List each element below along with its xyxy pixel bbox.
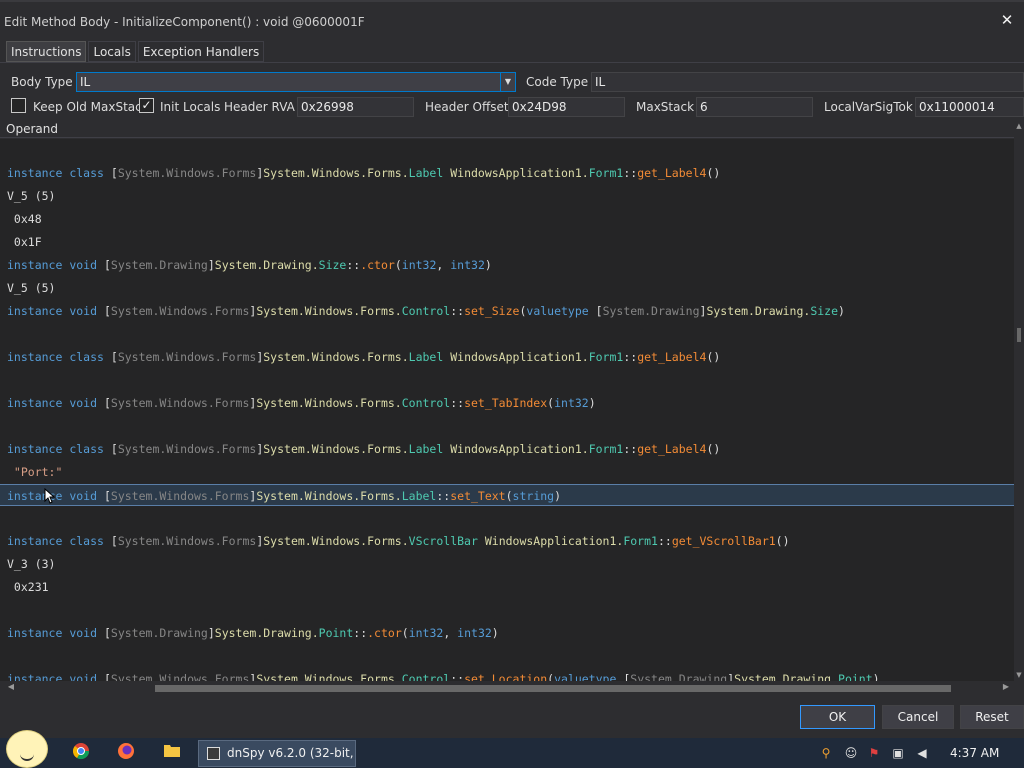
- flag-icon[interactable]: ⚑: [866, 745, 882, 761]
- title-bar: Edit Method Body - InitializeComponent()…: [0, 0, 1024, 40]
- list-item[interactable]: instance void [System.Drawing]System.Dra…: [0, 622, 1014, 644]
- checkmark-icon: ✓: [141, 98, 152, 112]
- tab-exception-handlers[interactable]: Exception Handlers: [137, 41, 265, 62]
- scroll-left-icon[interactable]: ◀: [6, 682, 16, 694]
- maxstack-field[interactable]: 6: [696, 97, 813, 117]
- folder-icon[interactable]: [161, 742, 183, 764]
- list-item[interactable]: instance void [System.Windows.Forms]Syst…: [0, 300, 1014, 322]
- init-locals-checkbox[interactable]: ✓: [139, 98, 154, 113]
- horizontal-scrollbar[interactable]: ◀ ▶: [0, 681, 1014, 695]
- search-icon[interactable]: ⚲: [818, 745, 834, 761]
- list-item[interactable]: instance void [System.Windows.Forms]Syst…: [0, 392, 1014, 414]
- taskbar: dnSpy v6.2.0 (32-bit, ... ⚲ ☺ ⚑ ▣ ◀ 4:37…: [0, 730, 1024, 768]
- tab-divider: [0, 62, 1024, 63]
- keep-old-maxstack-checkbox[interactable]: [11, 98, 26, 113]
- list-item[interactable]: instance class [System.Windows.Forms]Sys…: [0, 438, 1014, 460]
- list-item[interactable]: instance class [System.Windows.Forms]Sys…: [0, 530, 1014, 552]
- clock[interactable]: 4:37 AM: [950, 746, 999, 760]
- body-type-label: Body Type: [11, 75, 73, 89]
- taskbar-app-dnspy[interactable]: dnSpy v6.2.0 (32-bit, ...: [198, 740, 356, 767]
- init-locals-label: Init Locals: [160, 100, 221, 114]
- list-item[interactable]: "Port:": [0, 461, 1014, 483]
- list-item[interactable]: [0, 139, 1014, 161]
- list-item[interactable]: [0, 323, 1014, 345]
- tab-instructions[interactable]: Instructions: [6, 41, 87, 62]
- horizontal-scroll-thumb[interactable]: [155, 685, 951, 692]
- vertical-scroll-thumb[interactable]: [1017, 328, 1021, 342]
- list-item[interactable]: V_5 (5): [0, 277, 1014, 299]
- chevron-down-icon[interactable]: ▼: [500, 73, 515, 91]
- list-item[interactable]: [0, 645, 1014, 667]
- scroll-down-icon[interactable]: ▼: [1015, 671, 1023, 681]
- keep-old-maxstack-label: Keep Old MaxStack: [33, 100, 149, 114]
- firefox-icon[interactable]: [115, 742, 137, 764]
- mouse-cursor-icon: [44, 488, 56, 504]
- list-item[interactable]: [0, 415, 1014, 437]
- localvarsigtok-field[interactable]: 0x11000014: [915, 97, 1024, 117]
- list-item[interactable]: [0, 599, 1014, 621]
- taskbar-app-label: dnSpy v6.2.0 (32-bit, ...: [227, 746, 356, 760]
- scroll-right-icon[interactable]: ▶: [1001, 682, 1011, 694]
- chrome-icon[interactable]: [70, 742, 92, 764]
- vertical-scrollbar[interactable]: ▲ ▼: [1014, 122, 1024, 681]
- tab-strip: Instructions Locals Exception Handlers: [6, 41, 266, 62]
- operand-column-header[interactable]: Operand: [0, 120, 1024, 138]
- avatar-icon[interactable]: [6, 730, 48, 768]
- tab-locals[interactable]: Locals: [88, 41, 136, 62]
- code-type-select[interactable]: IL: [591, 72, 1024, 92]
- volume-icon[interactable]: ◀: [914, 745, 930, 761]
- maxstack-label: MaxStack: [636, 100, 695, 114]
- list-item[interactable]: instance class [System.Windows.Forms]Sys…: [0, 346, 1014, 368]
- ok-button[interactable]: OK: [800, 705, 875, 729]
- list-item[interactable]: V_3 (3): [0, 553, 1014, 575]
- list-item-selected[interactable]: instance void [System.Windows.Forms]Syst…: [0, 484, 1014, 506]
- scroll-up-icon[interactable]: ▲: [1015, 122, 1023, 132]
- close-icon[interactable]: ✕: [998, 11, 1016, 29]
- header-offset-label: Header Offset: [425, 100, 509, 114]
- reset-button[interactable]: Reset: [960, 705, 1024, 729]
- operand-header-label: Operand: [6, 122, 58, 136]
- network-icon[interactable]: ▣: [890, 745, 906, 761]
- list-item[interactable]: instance void [System.Drawing]System.Dra…: [0, 254, 1014, 276]
- header-rva-label: Header RVA: [224, 100, 295, 114]
- dnspy-icon: [207, 747, 220, 760]
- list-item[interactable]: [0, 507, 1014, 529]
- localvarsigtok-label: LocalVarSigTok: [824, 100, 913, 114]
- list-item[interactable]: 0x231: [0, 576, 1014, 598]
- list-item[interactable]: 0x48: [0, 208, 1014, 230]
- header-offset-field[interactable]: 0x24D98: [508, 97, 625, 117]
- list-item[interactable]: V_5 (5): [0, 185, 1014, 207]
- window-title: Edit Method Body - InitializeComponent()…: [4, 15, 365, 29]
- instructions-list[interactable]: instance class [System.Windows.Forms]Sys…: [0, 139, 1014, 681]
- list-item[interactable]: 0x1F: [0, 231, 1014, 253]
- body-type-select[interactable]: IL ▼: [76, 72, 516, 92]
- list-item[interactable]: [0, 369, 1014, 391]
- code-type-label: Code Type: [526, 75, 589, 89]
- code-type-value: IL: [595, 75, 606, 89]
- smiley-icon[interactable]: ☺: [843, 745, 859, 761]
- list-item[interactable]: instance class [System.Windows.Forms]Sys…: [0, 162, 1014, 184]
- header-rva-field[interactable]: 0x26998: [297, 97, 414, 117]
- body-type-value: IL: [80, 75, 91, 89]
- cancel-button[interactable]: Cancel: [882, 705, 954, 729]
- list-item[interactable]: instance void [System.Windows.Forms]Syst…: [0, 668, 1014, 681]
